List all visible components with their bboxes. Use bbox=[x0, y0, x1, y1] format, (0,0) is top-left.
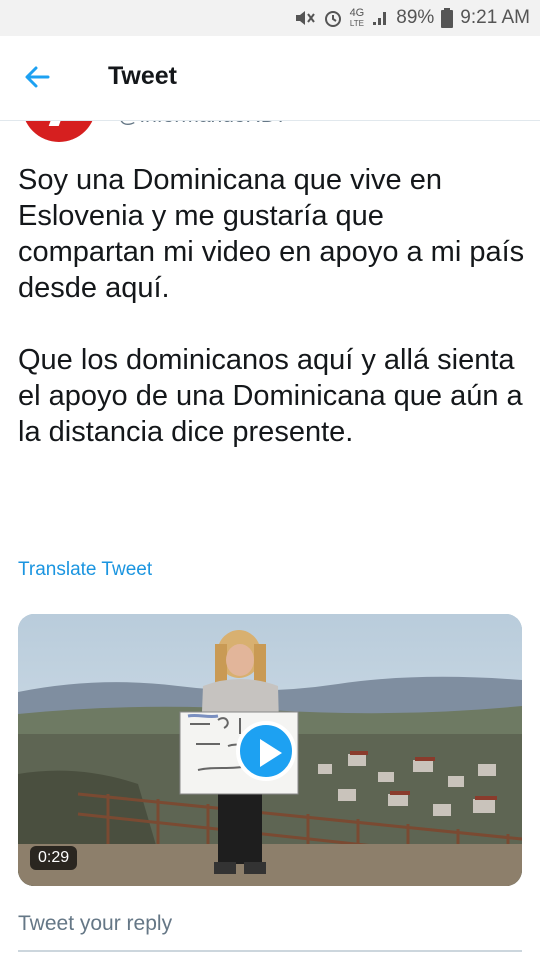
page-title: Tweet bbox=[108, 62, 177, 90]
battery-icon bbox=[441, 8, 454, 28]
play-button[interactable] bbox=[236, 721, 296, 781]
status-bar: 4G LTE 89% 9:21 AM bbox=[0, 0, 540, 36]
network-subtype: LTE bbox=[349, 18, 364, 28]
play-icon bbox=[260, 739, 282, 767]
app-header: Tweet bbox=[0, 36, 540, 121]
tweet-paragraph: Que los dominicanos aquí y allá sienta e… bbox=[18, 344, 523, 448]
mute-icon bbox=[294, 9, 316, 27]
clock: 9:21 AM bbox=[460, 7, 530, 28]
back-button[interactable] bbox=[22, 62, 62, 94]
back-arrow-icon bbox=[25, 66, 50, 88]
network-indicator: 4G LTE bbox=[349, 6, 365, 29]
video-duration: 0:29 bbox=[30, 846, 78, 870]
signal-icon bbox=[371, 9, 389, 27]
alarm-icon bbox=[323, 8, 343, 28]
video-player[interactable]: 0:29 bbox=[18, 614, 522, 886]
battery-percent: 89% bbox=[396, 7, 435, 28]
translate-tweet-link[interactable]: Translate Tweet bbox=[18, 559, 152, 581]
tweet-paragraph: Soy una Dominicana que vive en Eslovenia… bbox=[18, 164, 525, 304]
reply-input[interactable]: Tweet your reply bbox=[18, 906, 522, 952]
tweet-text: Soy una Dominicana que vive en Eslovenia… bbox=[18, 162, 528, 450]
network-type: 4G bbox=[349, 6, 365, 19]
